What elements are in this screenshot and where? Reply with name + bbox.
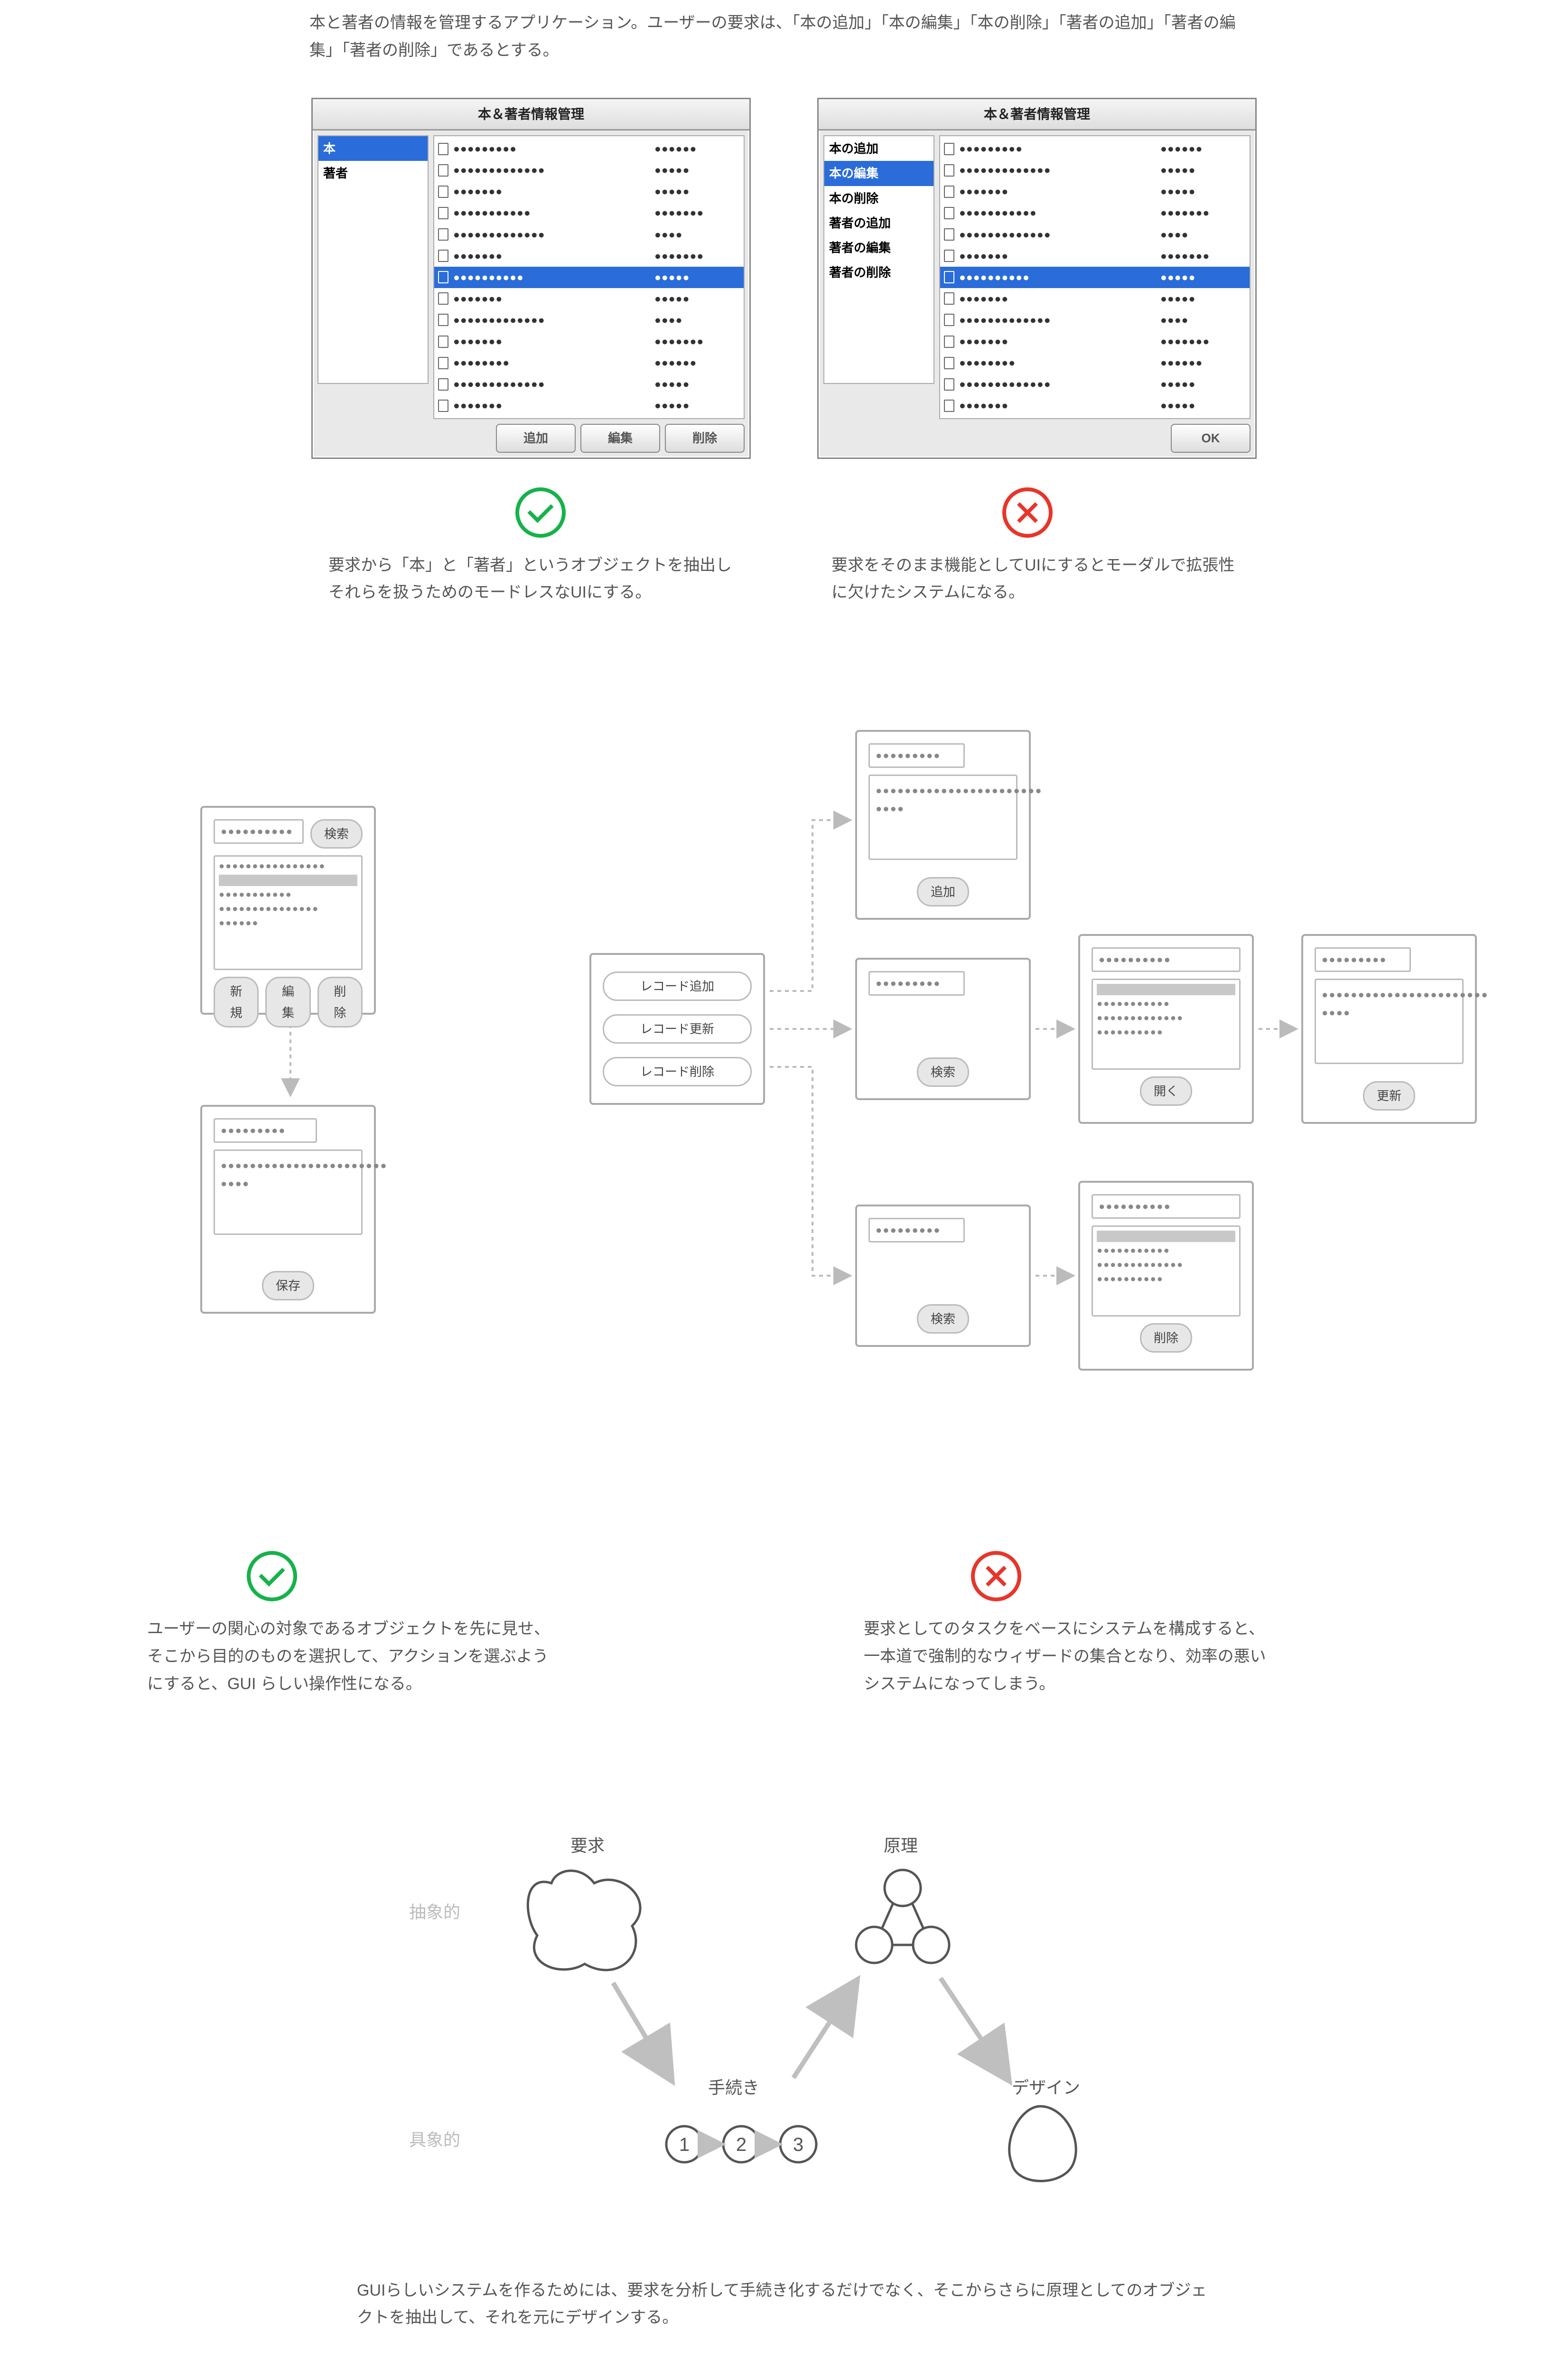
open-button[interactable]: 開く xyxy=(1140,1076,1192,1106)
bad-mark-icon xyxy=(971,1551,1021,1601)
ex2-good-caption: ユーザーの関心の対象であるオブジェクトを先に見せ、そこから目的のものを選択して、… xyxy=(147,1616,555,1698)
sidebar-item-author[interactable]: 著者 xyxy=(318,161,428,186)
add-button[interactable]: 追加 xyxy=(917,877,969,906)
svg-text:1: 1 xyxy=(679,2134,690,2155)
diagram-process: 要求 原理 手続き デザイン 抽象的 具象的 1 2 xyxy=(381,1822,1187,2249)
ok-button[interactable]: OK xyxy=(1171,424,1251,452)
table-row-selected[interactable]: ●●●●●●●●●●●●●●● xyxy=(940,267,1250,288)
cmd-record-update[interactable]: レコード更新 xyxy=(603,1014,752,1044)
wf-bad-update-form: ●●●●●●●●● ●●●●●●●●●●●●●●●●●●●●●●●●●●● 更新 xyxy=(1301,934,1477,1124)
sidebar-item-author-edit[interactable]: 著者の編集 xyxy=(824,235,933,260)
ex2-bad-caption: 要求としてのタスクをベースにシステムを構成すると、一本道で強制的なウィザードの集… xyxy=(864,1616,1272,1698)
sidebar-item-book-add[interactable]: 本の追加 xyxy=(824,136,933,161)
bad-mark-icon xyxy=(1002,487,1053,538)
wf-bad-add: ●●●●●●●●● ●●●●●●●●●●●●●●●●●●●●●●●●●●● 追加 xyxy=(855,730,1031,920)
delete-button[interactable]: 削除 xyxy=(665,424,745,452)
table-row-selected[interactable]: ●●●●●●●●●●●●●●● xyxy=(434,267,744,288)
sidebar-item-book-edit[interactable]: 本の編集 xyxy=(824,161,933,186)
ex1-bad-caption: 要求をそのまま機能としてUIにするとモーダルで拡張性に欠けたシステムになる。 xyxy=(831,552,1240,607)
sidebar-objects: 本 著者 xyxy=(317,135,429,384)
wf-bad-delete-search: ●●●●●●●●● 検索 xyxy=(855,1205,1031,1347)
svg-text:2: 2 xyxy=(736,2134,747,2155)
example2-flow: ●●●●●●●●●● 検索 ●●●●●●●●●●●●●●●● ●●●●●●●●●… xyxy=(72,725,1496,1532)
intro-paragraph: 本と著者の情報を管理するアプリケーション。ユーザーの要求は、「本の追加」「本の編… xyxy=(309,9,1259,65)
ex1-good-caption: 要求から「本」と「著者」というオブジェクトを抽出しそれらを扱うためのモードレスな… xyxy=(328,552,737,607)
good-mark-icon xyxy=(247,1551,297,1601)
wf-good-list: ●●●●●●●●●● 検索 ●●●●●●●●●●●●●●●● ●●●●●●●●●… xyxy=(200,806,376,1015)
update-button[interactable]: 更新 xyxy=(1363,1081,1415,1111)
save-button[interactable]: 保存 xyxy=(262,1271,314,1300)
search-button[interactable]: 検索 xyxy=(917,1057,969,1087)
sidebar-item-book[interactable]: 本 xyxy=(318,136,428,161)
table-bad: ●●●●●●●●●●●●●●● ●●●●●●●●●●●●●●●●●● ●●●●●… xyxy=(939,135,1251,419)
edit-button[interactable]: 編集 xyxy=(580,424,660,452)
sidebar-tasks: 本の追加 本の編集 本の削除 著者の追加 著者の編集 著者の削除 xyxy=(823,135,934,384)
good-mark-icon xyxy=(515,487,566,538)
wf-good-detail: ●●●●●●●●● ●●●●●●●●●●●●●●●●●●●●●●●●●●● 保存 xyxy=(200,1105,376,1314)
window-bad: 本＆著者情報管理 本の追加 本の編集 本の削除 著者の追加 著者の編集 著者の削… xyxy=(817,98,1257,459)
edit-button[interactable]: 編集 xyxy=(265,977,310,1027)
delete-button[interactable]: 削除 xyxy=(317,977,363,1027)
wf-bad-delete-list: ●●●●●●●●●● ●●●●●●●●●●● ●●●●●●●●●●●●● ●●●… xyxy=(1078,1181,1254,1371)
window-good: 本＆著者情報管理 本 著者 ●●●●●●●●●●●●●●● ●●●●●●●●●●… xyxy=(311,98,751,459)
new-button[interactable]: 新規 xyxy=(214,977,259,1027)
outro-paragraph: GUIらしいシステムを作るためには、要求を分析して手続き化するだけでなく、そこか… xyxy=(357,2277,1211,2332)
wf-bad-update-search: ●●●●●●●●● 検索 xyxy=(855,958,1031,1100)
wf-bad-update-list: ●●●●●●●●●● ●●●●●●●●●●● ●●●●●●●●●●●●● ●●●… xyxy=(1078,934,1254,1124)
add-button[interactable]: 追加 xyxy=(496,424,576,452)
cmd-record-add[interactable]: レコード追加 xyxy=(603,972,752,1001)
search-button[interactable]: 検索 xyxy=(917,1304,969,1334)
svg-text:3: 3 xyxy=(793,2134,803,2155)
wf-bad-commands: レコード追加 レコード更新 レコード削除 xyxy=(589,953,765,1105)
cmd-record-delete[interactable]: レコード削除 xyxy=(603,1057,752,1086)
sidebar-item-book-del[interactable]: 本の削除 xyxy=(824,186,933,211)
window-title: 本＆著者情報管理 xyxy=(819,99,1255,131)
sidebar-item-author-add[interactable]: 著者の追加 xyxy=(824,211,933,235)
sidebar-item-author-del[interactable]: 著者の削除 xyxy=(824,260,933,285)
diagram-svg: 1 2 3 xyxy=(381,1822,1187,2249)
window-title: 本＆著者情報管理 xyxy=(313,99,749,131)
search-button[interactable]: 検索 xyxy=(310,819,363,849)
doc-icon xyxy=(438,143,448,155)
table-good: ●●●●●●●●●●●●●●● ●●●●●●●●●●●●●●●●●● ●●●●●… xyxy=(433,135,745,419)
example1-row: 本＆著者情報管理 本 著者 ●●●●●●●●●●●●●●● ●●●●●●●●●●… xyxy=(0,98,1568,459)
delete-button[interactable]: 削除 xyxy=(1140,1323,1192,1353)
